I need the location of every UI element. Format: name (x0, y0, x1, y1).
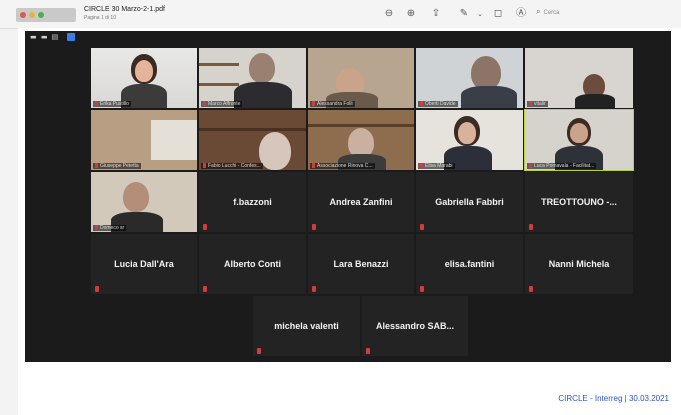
zoom-in-icon[interactable]: ⊕ (405, 8, 417, 20)
participant-tile[interactable]: elisa.fantini (416, 234, 523, 294)
participant-label: Associazione Rinova C... (310, 163, 375, 169)
participant-label: Giuseppe Petetta (93, 163, 141, 169)
video-tile[interactable]: Alessandra Folli (308, 48, 414, 108)
participant-name: TREOTTOUNO -... (541, 197, 617, 207)
participant-tile[interactable]: Gabriella Fabbri (416, 172, 523, 232)
participant-label: Marco Affronte (201, 101, 243, 107)
participant-label: Alessandra Folli (310, 101, 355, 107)
video-tile[interactable]: Oberti Davide (416, 48, 523, 108)
zoom-dot-icon[interactable] (38, 12, 44, 18)
participant-name: Gabriella Fabbri (435, 197, 504, 207)
muted-mic-icon (95, 286, 99, 292)
video-tile[interactable]: Domeco sr (91, 172, 197, 232)
chevron-down-icon[interactable]: ⌄ (474, 8, 486, 20)
participant-name: michela valenti (274, 321, 339, 331)
close-dot-icon[interactable] (20, 12, 26, 18)
participant-label: Erika Pustillo (93, 101, 131, 107)
participant-tile[interactable]: Andrea Zanfini (308, 172, 414, 232)
participant-name: Andrea Zanfini (329, 197, 393, 207)
muted-mic-icon (257, 348, 261, 354)
video-tile[interactable]: Associazione Rinova C... (308, 110, 414, 170)
muted-mic-icon (203, 224, 207, 230)
pdf-toolbar: CIRCLE 30 Marzo-2-1.pdf Pagina 1 di 10 ⊖… (0, 0, 681, 29)
participant-label: Oberti Davide (418, 101, 458, 107)
participant-label: Fabio Lucchi - Confes... (201, 163, 263, 169)
participant-label: vitalir (527, 101, 548, 107)
gallery-view-icon[interactable] (67, 33, 75, 41)
participant-name: Lara Benazzi (333, 259, 389, 269)
annotate-icon[interactable]: Ⓐ (515, 8, 527, 20)
participant-name: f.bazzoni (233, 197, 272, 207)
muted-mic-icon (420, 286, 424, 292)
muted-mic-icon (312, 224, 316, 230)
video-tile[interactable]: Fabio Lucchi - Confes... (199, 110, 306, 170)
participant-tile[interactable]: michela valenti (253, 296, 360, 356)
page-count: Pagina 1 di 10 (84, 15, 116, 21)
participant-tile[interactable]: TREOTTOUNO -... (525, 172, 633, 232)
participant-name: Lucia Dall'Ara (114, 259, 174, 269)
share-icon[interactable]: ⇪ (430, 8, 442, 20)
video-tile[interactable]: vitalir (525, 48, 633, 108)
participant-tile[interactable]: Alberto Conti (199, 234, 306, 294)
participant-label: Elisa Marabi (418, 163, 455, 169)
participant-tile[interactable]: Lara Benazzi (308, 234, 414, 294)
participant-tile[interactable]: Lucia Dall'Ara (91, 234, 197, 294)
muted-mic-icon (203, 286, 207, 292)
video-tile[interactable]: Erika Pustillo (91, 48, 197, 108)
video-tile[interactable]: Elisa Marabi (416, 110, 523, 170)
search-placeholder: Cerca (543, 10, 560, 16)
participant-name: Nanni Michela (548, 259, 610, 269)
document-title: CIRCLE 30 Marzo-2-1.pdf (84, 6, 165, 13)
participant-name: elisa.fantini (444, 259, 495, 269)
participant-name: Alessandro SAB... (375, 321, 455, 331)
video-tile[interactable]: Giuseppe Petetta (91, 110, 197, 170)
search-icon: ⌕ (536, 7, 541, 16)
zoom-out-icon[interactable]: ⊖ (383, 8, 395, 20)
muted-mic-icon (366, 348, 370, 354)
minimize-dot-icon[interactable] (29, 12, 35, 18)
participant-tile[interactable]: Alessandro SAB... (362, 296, 468, 356)
participant-label: Domeco sr (93, 225, 127, 231)
window-thumbnail[interactable] (16, 8, 76, 22)
participant-name: Alberto Conti (224, 259, 281, 269)
video-tile[interactable]: Marco Affronte (199, 48, 306, 108)
participant-tile[interactable]: f.bazzoni (199, 172, 306, 232)
video-tile-active-speaker[interactable]: Luca Pomavala - Facilitat... (524, 109, 634, 171)
participant-label: Luca Pomavala - Facilitat... (527, 163, 597, 169)
muted-mic-icon (529, 224, 533, 230)
markup-pen-icon[interactable]: ✎ (458, 8, 470, 20)
window-icon[interactable]: ◻ (492, 8, 504, 20)
participant-tile[interactable]: Nanni Michela (525, 234, 633, 294)
slide-footer: CIRCLE - Interreg | 30.03.2021 (558, 394, 669, 403)
muted-mic-icon (529, 286, 533, 292)
search-field[interactable]: ⌕ Cerca (536, 7, 646, 21)
muted-mic-icon (420, 224, 424, 230)
muted-mic-icon (312, 286, 316, 292)
window-controls[interactable]: ▬ ▬ ▤ (30, 33, 59, 41)
